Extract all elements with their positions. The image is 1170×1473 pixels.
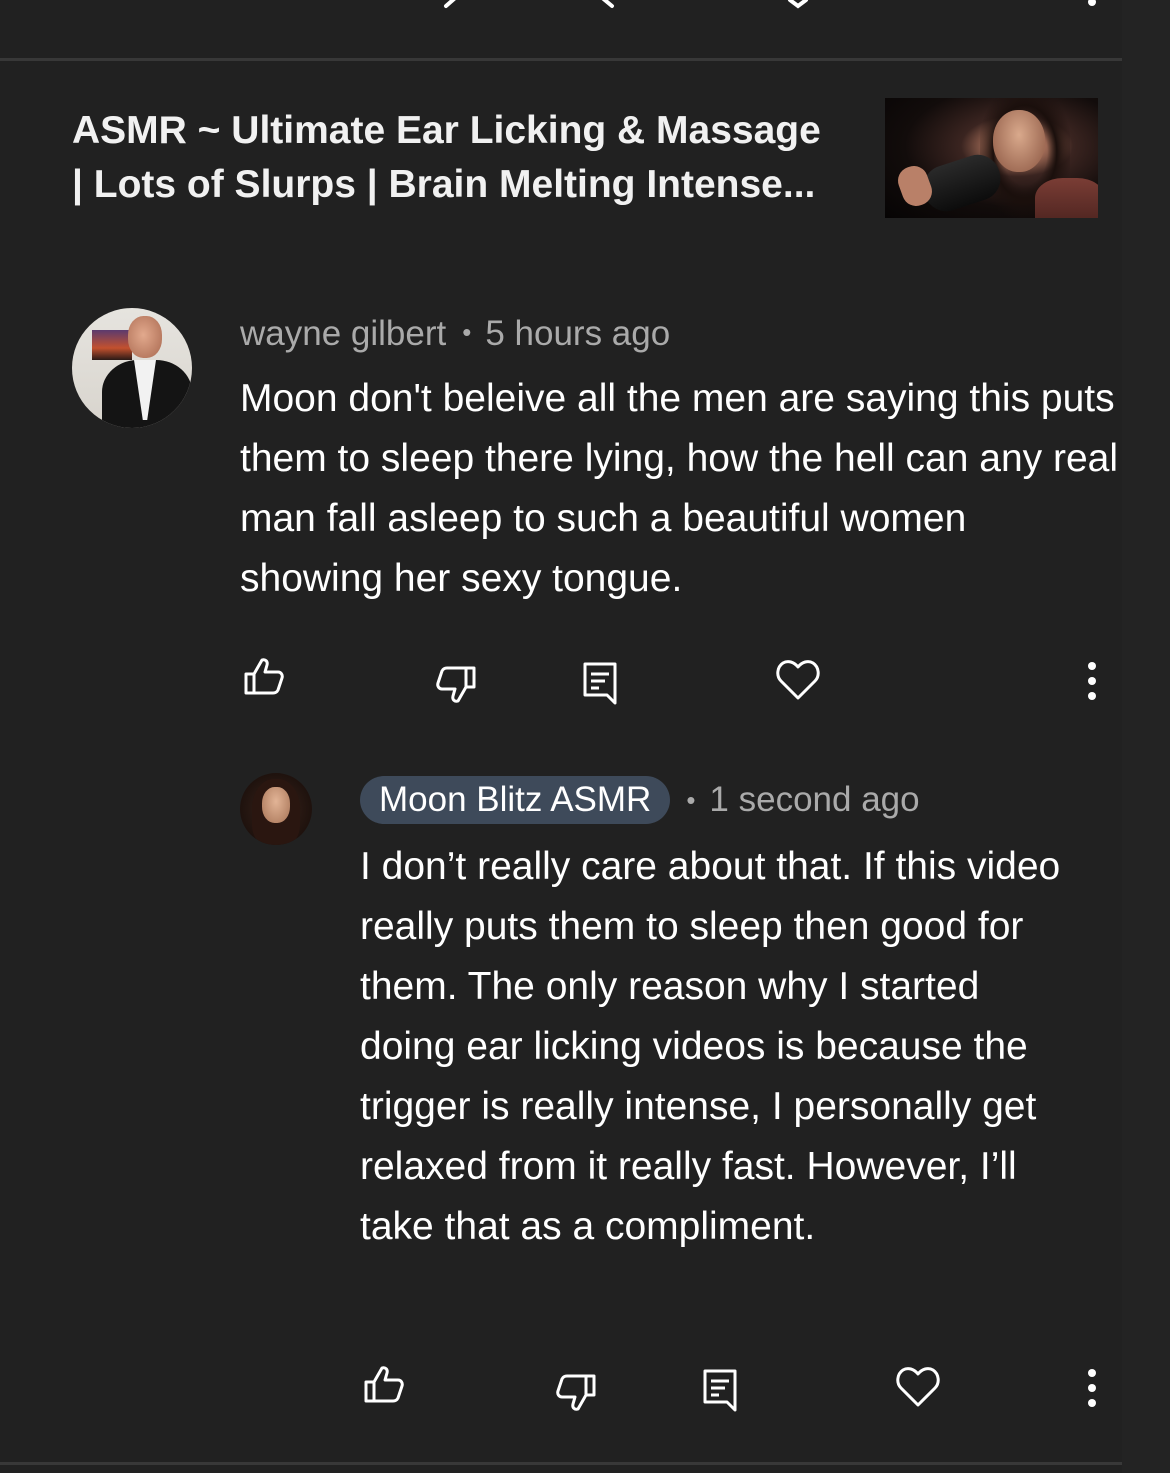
comment-meta: wayne gilbert • 5 hours ago: [240, 310, 670, 356]
reply-icon: [583, 662, 617, 705]
video-title[interactable]: ASMR ~ Ultimate Ear Licking & Massage | …: [72, 104, 862, 212]
like-icon: [364, 1366, 404, 1403]
dislike-button[interactable]: [435, 664, 477, 706]
dislike-icon: [556, 1374, 596, 1411]
heart-button[interactable]: [896, 1366, 940, 1408]
dislike-icon: [436, 666, 476, 703]
meta-separator: •: [462, 317, 472, 347]
creator-avatar[interactable]: [240, 773, 312, 845]
like-icon: [244, 658, 284, 695]
previous-action-bar: [0, 0, 1170, 10]
reply-button[interactable]: [702, 1368, 738, 1412]
more-icon: [1088, 1369, 1096, 1407]
reply-meta: Moon Blitz ASMR • 1 second ago: [360, 776, 920, 824]
commenter-avatar[interactable]: [72, 308, 192, 428]
reply-text: I don’t really care about that. If this …: [360, 845, 1061, 1248]
bottom-divider: [0, 1462, 1122, 1465]
reply-icon: [703, 1369, 737, 1412]
meta-separator: •: [686, 785, 696, 815]
right-edge-strip: [1122, 0, 1170, 1473]
comment-time: 5 hours ago: [485, 314, 671, 353]
reply-time: 1 second ago: [709, 780, 920, 819]
like-button[interactable]: [243, 655, 285, 697]
reply-button[interactable]: [582, 661, 618, 705]
video-thumbnail[interactable]: [885, 98, 1098, 218]
creator-badge[interactable]: Moon Blitz ASMR: [360, 776, 671, 824]
like-button[interactable]: [363, 1363, 405, 1405]
heart-icon: [896, 1367, 940, 1407]
comment-author[interactable]: wayne gilbert: [240, 314, 446, 353]
comment-text: Moon don't beleive all the men are sayin…: [240, 377, 1119, 600]
dislike-button[interactable]: [555, 1372, 597, 1414]
top-divider: [0, 58, 1122, 61]
more-options-button[interactable]: [1084, 1369, 1100, 1407]
more-options-button[interactable]: [1084, 662, 1100, 700]
heart-icon: [776, 660, 820, 700]
more-icon: [1088, 662, 1096, 700]
heart-button[interactable]: [776, 659, 820, 701]
